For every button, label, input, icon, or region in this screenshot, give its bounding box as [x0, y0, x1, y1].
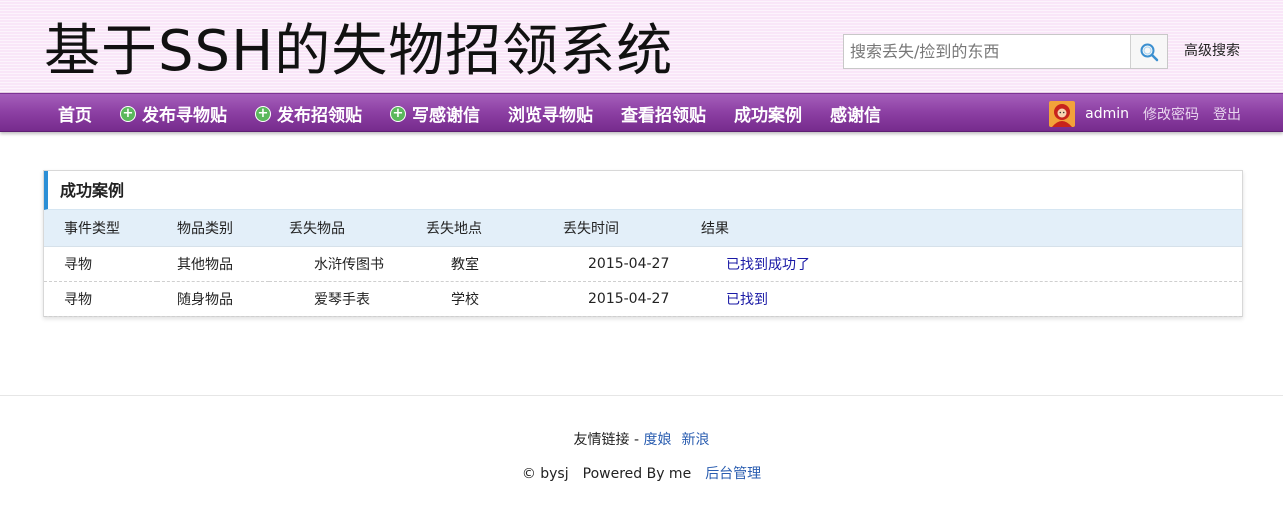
nav-item-view-found[interactable]: 查看招领贴: [607, 94, 720, 133]
site-header: 基于SSH的失物招领系统 高级搜索: [0, 0, 1283, 93]
cell-item: 爱琴手表: [269, 281, 406, 317]
nav-item-label: 发布寻物贴: [142, 106, 227, 126]
table-row: 寻物 随身物品 爱琴手表 学校 2015-04-27 已找到: [44, 281, 1242, 317]
user-area: admin 修改密码 登出: [1049, 94, 1241, 133]
nav-item-label: 查看招领贴: [621, 106, 706, 126]
success-cases-panel: 成功案例 事件类型 物品类别 丢失物品 丢失地点 丢失时间 结果 寻物 其他物品…: [43, 170, 1243, 317]
user-avatar-icon: [1049, 100, 1076, 127]
column-header-category: 物品类别: [157, 210, 269, 247]
cell-category: 其他物品: [157, 246, 269, 282]
nav-item-post-found[interactable]: + 发布招领贴: [241, 94, 376, 133]
copyright-text: © bysj: [521, 466, 569, 482]
column-header-time: 丢失时间: [543, 210, 681, 247]
column-header-type: 事件类型: [44, 210, 157, 247]
cell-time: 2015-04-27: [543, 281, 681, 317]
site-footer: 友情链接 - 度娘 新浪 © bysj Powered By me 后台管理: [0, 395, 1283, 523]
nav-item-label: 首页: [58, 106, 92, 126]
cell-category: 随身物品: [157, 281, 269, 317]
nav-item-browse-lost[interactable]: 浏览寻物贴: [494, 94, 607, 133]
cell-type: 寻物: [44, 246, 157, 282]
cell-result: 已找到: [681, 281, 1242, 317]
friend-link-sina[interactable]: 新浪: [681, 432, 709, 448]
nav-list: 首页 + 发布寻物贴 + 发布招领贴 + 写感谢信 浏览寻物贴 查看招领贴 成功…: [44, 94, 895, 133]
nav-item-label: 成功案例: [734, 106, 802, 126]
search-input[interactable]: [844, 35, 1130, 68]
admin-link[interactable]: 后台管理: [705, 466, 761, 482]
search-button[interactable]: [1130, 35, 1167, 68]
column-header-place: 丢失地点: [406, 210, 543, 247]
plus-circle-icon: +: [390, 105, 406, 122]
site-title: 基于SSH的失物招领系统: [44, 19, 674, 84]
table-header-row: 事件类型 物品类别 丢失物品 丢失地点 丢失时间 结果: [44, 210, 1242, 247]
search-icon: [1140, 43, 1159, 61]
plus-circle-icon: +: [255, 105, 271, 122]
nav-item-post-lost[interactable]: + 发布寻物贴: [106, 94, 241, 133]
nav-item-thanks-letters[interactable]: 感谢信: [816, 94, 895, 133]
logout-link[interactable]: 登出: [1213, 104, 1241, 124]
nav-item-label: 浏览寻物贴: [508, 106, 593, 126]
cell-place: 教室: [406, 246, 543, 282]
cell-type: 寻物: [44, 281, 157, 317]
avatar[interactable]: [1049, 100, 1076, 127]
friend-links-label: 友情链接 -: [573, 432, 640, 448]
plus-circle-icon: +: [120, 105, 136, 122]
cell-result: 已找到成功了: [681, 246, 1242, 282]
advanced-search-link[interactable]: 高级搜索: [1184, 41, 1240, 61]
column-header-result: 结果: [681, 210, 1242, 247]
success-cases-table: 事件类型 物品类别 丢失物品 丢失地点 丢失时间 结果 寻物 其他物品 水浒传图…: [44, 210, 1242, 317]
result-link[interactable]: 已找到: [726, 292, 768, 308]
table-row: 寻物 其他物品 水浒传图书 教室 2015-04-27 已找到成功了: [44, 246, 1242, 282]
column-header-item: 丢失物品: [269, 210, 406, 247]
cell-place: 学校: [406, 281, 543, 317]
cell-time: 2015-04-27: [543, 246, 681, 282]
friend-link-baidu[interactable]: 度娘: [643, 432, 671, 448]
cell-item: 水浒传图书: [269, 246, 406, 282]
username-link[interactable]: admin: [1085, 106, 1129, 122]
friend-links: 友情链接 - 度娘 新浪: [0, 430, 1283, 450]
nav-item-label: 感谢信: [830, 106, 881, 126]
nav-item-home[interactable]: 首页: [44, 94, 106, 133]
nav-item-label: 写感谢信: [412, 106, 480, 126]
change-password-link[interactable]: 修改密码: [1143, 104, 1199, 124]
powered-by-text: Powered By me: [582, 466, 692, 482]
search-box: [843, 34, 1168, 69]
nav-item-success-cases[interactable]: 成功案例: [720, 94, 816, 133]
footer-copyright: © bysj Powered By me 后台管理: [0, 464, 1283, 484]
main-navbar: 首页 + 发布寻物贴 + 发布招领贴 + 写感谢信 浏览寻物贴 查看招领贴 成功…: [0, 93, 1283, 132]
nav-item-write-thanks[interactable]: + 写感谢信: [376, 94, 494, 133]
result-link[interactable]: 已找到成功了: [726, 257, 810, 273]
nav-item-label: 发布招领贴: [277, 106, 362, 126]
panel-title: 成功案例: [44, 171, 1242, 210]
